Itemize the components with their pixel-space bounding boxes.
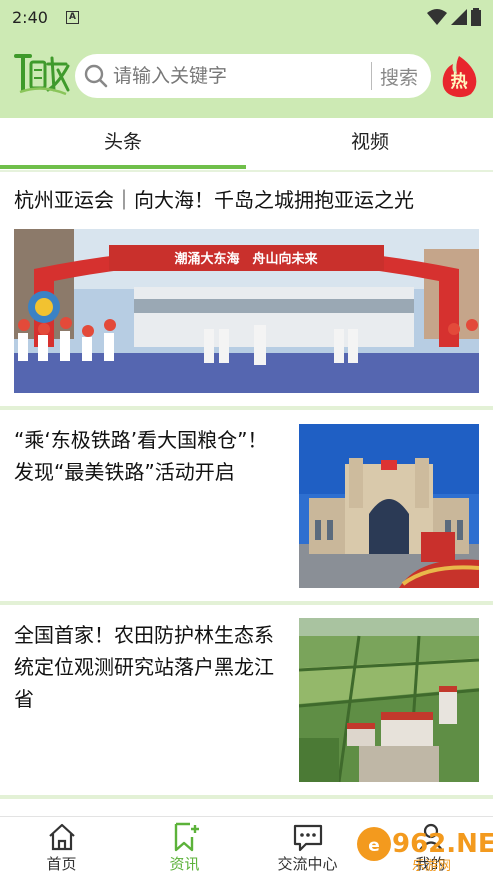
search-input[interactable] (113, 65, 363, 87)
hot-icon-text: 热 (451, 71, 468, 92)
article-card[interactable]: 杭州亚运会｜向大海！千岛之城拥抱亚运之光 潮涌大东海 舟山向未来 (0, 172, 493, 406)
nav-label: 资讯 (169, 855, 200, 873)
article-card[interactable]: 全国首家！农田防护林生态系统定位观测研究站落户黑龙江省 (0, 605, 493, 795)
banner-text: 潮涌大东海 舟山向未来 (174, 251, 318, 267)
watermark-text: 962.NET (392, 829, 493, 859)
nav-label: 首页 (46, 855, 77, 873)
bookmark-add-icon (174, 822, 199, 852)
battery-icon (471, 8, 481, 26)
article-separator (0, 795, 493, 799)
status-time: 2:40 (12, 7, 48, 27)
search-bar: 搜索 (75, 54, 431, 98)
status-bar: 2:40 A (0, 0, 493, 34)
article-title: 全国首家！农田防护林生态系统定位观测研究站落户黑龙江省 (14, 623, 274, 711)
app-logo-icon (14, 54, 70, 96)
app-header: 搜索 热 (0, 34, 493, 118)
home-icon (49, 823, 75, 851)
article-card[interactable]: “乘‘东极铁路’看大国粮仓”！发现“最美铁路”活动开启 (0, 410, 493, 601)
tab-active-indicator (0, 165, 246, 169)
tab-video[interactable]: 视频 (247, 118, 493, 168)
tab-headlines[interactable]: 头条 (0, 118, 246, 168)
article-title: “乘‘东极铁路’看大国粮仓”！发现“最美铁路”活动开启 (14, 428, 268, 484)
article-image (299, 424, 479, 588)
nav-label: 交流中心 (277, 855, 338, 873)
article-title: 杭州亚运会｜向大海！千岛之城拥抱亚运之光 (14, 188, 414, 212)
nav-item-news[interactable]: 资讯 (123, 817, 246, 878)
nav-item-community[interactable]: 交流中心 (246, 817, 369, 878)
site-watermark: e 962.NET 乐游网 (357, 827, 493, 874)
article-image (299, 618, 479, 782)
watermark-subtext: 乐游网 (412, 859, 451, 874)
hot-icon[interactable]: 热 (437, 54, 481, 98)
tab-bar: 头条 视频 (0, 118, 493, 172)
svg-text:e: e (368, 836, 380, 856)
article-image: 潮涌大东海 舟山向未来 (14, 229, 479, 393)
search-button[interactable]: 搜索 (380, 63, 418, 90)
nav-item-home[interactable]: 首页 (0, 817, 123, 878)
search-divider (371, 62, 372, 90)
chat-icon (293, 824, 323, 852)
status-indicators (427, 8, 481, 26)
signal-icon (451, 9, 467, 25)
wifi-icon (427, 9, 447, 25)
search-icon (84, 64, 108, 88)
notification-a-icon: A (65, 10, 79, 24)
